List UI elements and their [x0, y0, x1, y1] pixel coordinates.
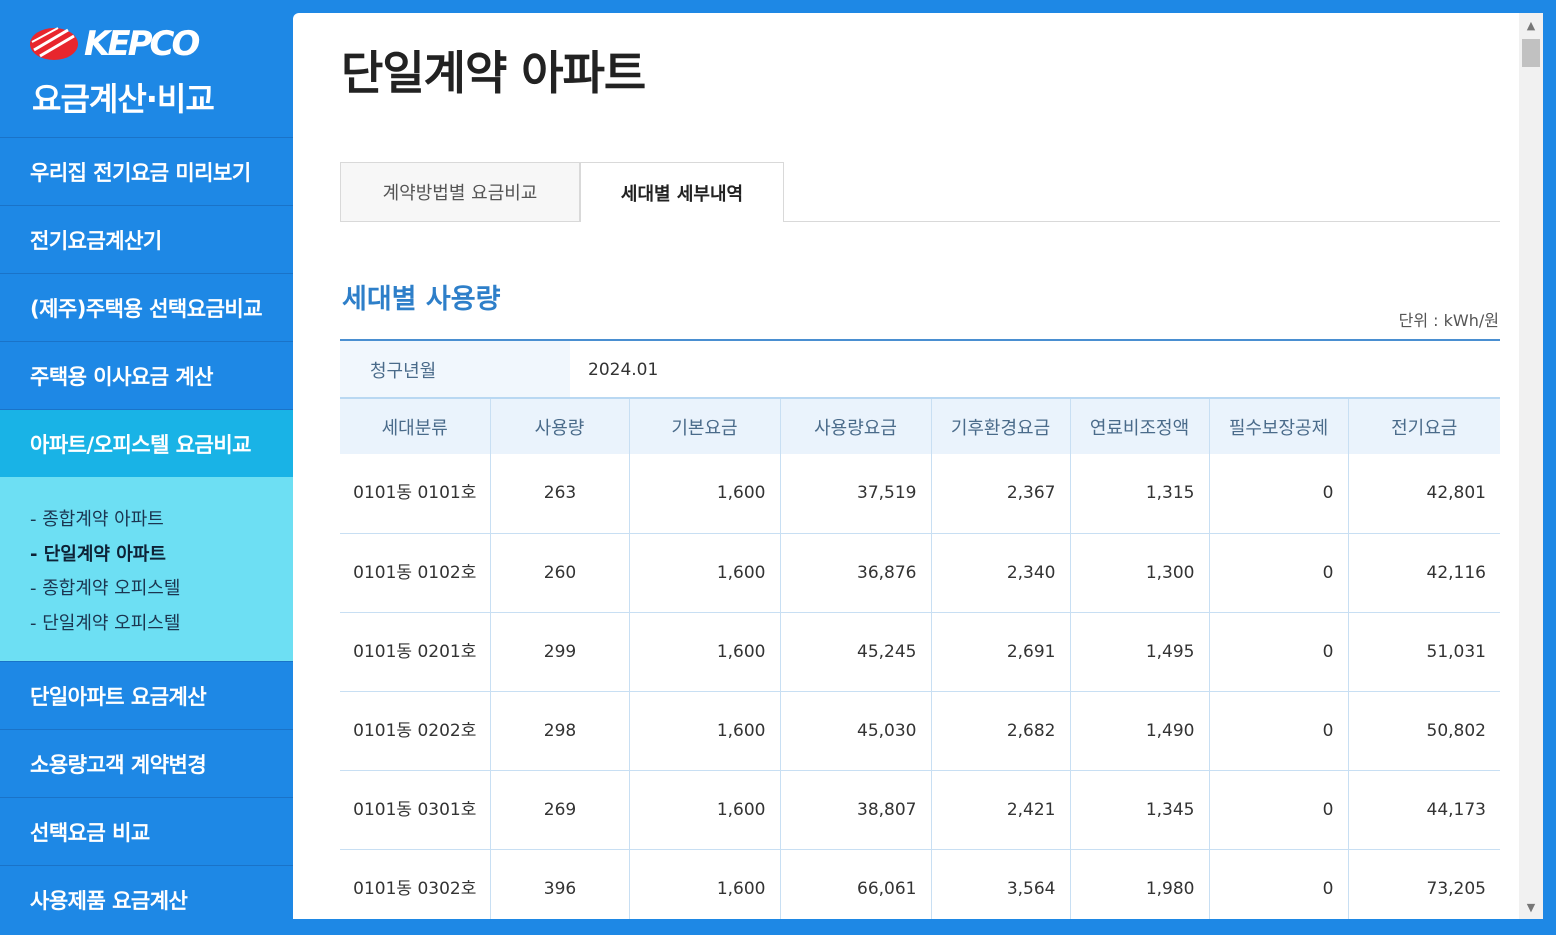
household-table: 세대분류 사용량 기본요금 사용량요금 기후환경요금 연료비조정액 필수보장공제…: [340, 397, 1500, 919]
cell-basic-fee: 1,600: [629, 770, 781, 850]
col-header-essential-deduction: 필수보장공제: [1209, 397, 1349, 454]
cell-total-charge: 42,801: [1348, 454, 1500, 534]
cell-climate-fee: 2,691: [931, 612, 1071, 692]
cell-total-charge: 51,031: [1348, 612, 1500, 692]
table-row: 0101동 0201호 299 1,600 45,245 2,691 1,495…: [340, 612, 1500, 692]
sidebar-item-preview[interactable]: 우리집 전기요금 미리보기: [0, 137, 293, 205]
table-row: 0101동 0101호 263 1,600 37,519 2,367 1,315…: [340, 454, 1500, 534]
section-title: 세대별 사용량: [342, 284, 501, 315]
cell-household: 0101동 0202호: [340, 691, 491, 771]
cell-climate-fee: 2,421: [931, 770, 1071, 850]
table-row: 0101동 0102호 260 1,600 36,876 2,340 1,300…: [340, 533, 1500, 613]
col-header-basic-fee: 기본요금: [629, 397, 781, 454]
cell-basic-fee: 1,600: [629, 691, 781, 771]
cell-usage-fee: 45,245: [780, 612, 932, 692]
billing-month-value: 2024.01: [588, 360, 659, 380]
tab-household-detail[interactable]: 세대별 세부내역: [580, 162, 784, 222]
cell-essential-deduction: 0: [1209, 533, 1349, 613]
col-header-usage-fee: 사용량요금: [780, 397, 932, 454]
kepco-logo[interactable]: KEPCO: [28, 24, 200, 64]
col-header-fuel-adjustment: 연료비조정액: [1070, 397, 1210, 454]
cell-usage: 263: [490, 454, 630, 534]
billing-month-row: 청구년월 2024.01: [340, 339, 1500, 399]
submenu-item-single-apartment[interactable]: - 단일계약 아파트: [30, 538, 293, 573]
cell-household: 0101동 0102호: [340, 533, 491, 613]
cell-fuel-adjustment: 1,345: [1070, 770, 1210, 850]
cell-essential-deduction: 0: [1209, 612, 1349, 692]
cell-basic-fee: 1,600: [629, 454, 781, 534]
cell-essential-deduction: 0: [1209, 770, 1349, 850]
table-row: 0101동 0202호 298 1,600 45,030 2,682 1,490…: [340, 691, 1500, 771]
submenu-item-combined-officetel[interactable]: - 종합계약 오피스텔: [30, 572, 293, 607]
sidebar-item-single-apartment-calc[interactable]: 단일아파트 요금계산: [0, 661, 293, 729]
cell-household: 0101동 0301호: [340, 770, 491, 850]
cell-usage: 269: [490, 770, 630, 850]
caret-up-icon[interactable]: ▲: [1519, 15, 1543, 35]
sidebar-item-apartment-compare[interactable]: 아파트/오피스텔 요금비교: [0, 409, 327, 478]
cell-fuel-adjustment: 1,315: [1070, 454, 1210, 534]
col-header-total-charge: 전기요금: [1348, 397, 1500, 454]
logo-text: KEPCO: [84, 24, 200, 64]
cell-total-charge: 44,173: [1348, 770, 1500, 850]
cell-basic-fee: 1,600: [629, 612, 781, 692]
cell-basic-fee: 1,600: [629, 533, 781, 613]
cell-essential-deduction: 0: [1209, 849, 1349, 919]
billing-month-label: 청구년월: [340, 341, 570, 399]
cell-essential-deduction: 0: [1209, 691, 1349, 771]
sidebar-item-jeju-compare[interactable]: (제주)주택용 선택요금비교: [0, 273, 293, 341]
cell-fuel-adjustment: 1,490: [1070, 691, 1210, 771]
unit-label: 단위 : kWh/원: [1398, 311, 1499, 330]
sidebar-item-appliance-calc[interactable]: 사용제품 요금계산: [0, 865, 293, 933]
caret-down-icon[interactable]: ▼: [1519, 897, 1543, 917]
brand-header: KEPCO 요금계산·비교: [0, 0, 293, 137]
sidebar-nav: 우리집 전기요금 미리보기 전기요금계산기 (제주)주택용 선택요금비교 주택용…: [0, 137, 327, 933]
cell-climate-fee: 2,340: [931, 533, 1071, 613]
cell-household: 0101동 0201호: [340, 612, 491, 692]
cell-climate-fee: 2,367: [931, 454, 1071, 534]
tab-bar: 계약방법별 요금비교 세대별 세부내역: [340, 162, 1500, 222]
main-panel: 단일계약 아파트 계약방법별 요금비교 세대별 세부내역 세대별 사용량 단위 …: [293, 13, 1519, 919]
kepco-logo-icon: [30, 27, 78, 60]
cell-basic-fee: 1,600: [629, 849, 781, 919]
sidebar-item-small-contract-change[interactable]: 소용량고객 계약변경: [0, 729, 293, 797]
vertical-scrollbar[interactable]: ▲ ▼: [1519, 13, 1543, 919]
cell-climate-fee: 2,682: [931, 691, 1071, 771]
cell-usage-fee: 66,061: [780, 849, 932, 919]
tab-contract-compare[interactable]: 계약방법별 요금비교: [340, 162, 580, 221]
submenu-item-combined-apartment[interactable]: - 종합계약 아파트: [30, 503, 293, 538]
cell-fuel-adjustment: 1,300: [1070, 533, 1210, 613]
cell-usage: 299: [490, 612, 630, 692]
cell-usage-fee: 37,519: [780, 454, 932, 534]
submenu-item-single-officetel[interactable]: - 단일계약 오피스텔: [30, 607, 293, 642]
table-row: 0101동 0301호 269 1,600 38,807 2,421 1,345…: [340, 770, 1500, 850]
cell-essential-deduction: 0: [1209, 454, 1349, 534]
table-header-row: 세대분류 사용량 기본요금 사용량요금 기후환경요금 연료비조정액 필수보장공제…: [340, 397, 1500, 454]
sidebar-item-moving-calc[interactable]: 주택용 이사요금 계산: [0, 341, 293, 409]
page-title: 단일계약 아파트: [341, 46, 646, 100]
cell-usage: 298: [490, 691, 630, 771]
col-header-usage: 사용량: [490, 397, 630, 454]
cell-usage-fee: 38,807: [780, 770, 932, 850]
cell-fuel-adjustment: 1,980: [1070, 849, 1210, 919]
cell-usage-fee: 36,876: [780, 533, 932, 613]
cell-usage: 260: [490, 533, 630, 613]
cell-total-charge: 50,802: [1348, 691, 1500, 771]
col-header-climate-fee: 기후환경요금: [931, 397, 1071, 454]
table-row: 0101동 0302호 396 1,600 66,061 3,564 1,980…: [340, 849, 1500, 919]
scrollbar-thumb[interactable]: [1522, 39, 1540, 67]
sidebar-item-calculator[interactable]: 전기요금계산기: [0, 205, 293, 273]
cell-climate-fee: 3,564: [931, 849, 1071, 919]
cell-fuel-adjustment: 1,495: [1070, 612, 1210, 692]
brand-title: 요금계산·비교: [32, 80, 215, 118]
cell-household: 0101동 0302호: [340, 849, 491, 919]
sidebar-submenu: - 종합계약 아파트 - 단일계약 아파트 - 종합계약 오피스텔 - 단일계약…: [0, 477, 293, 661]
cell-total-charge: 73,205: [1348, 849, 1500, 919]
col-header-household: 세대분류: [340, 397, 491, 454]
sidebar-item-optional-rate[interactable]: 선택요금 비교: [0, 797, 293, 865]
cell-total-charge: 42,116: [1348, 533, 1500, 613]
cell-usage: 396: [490, 849, 630, 919]
cell-usage-fee: 45,030: [780, 691, 932, 771]
sidebar: KEPCO 요금계산·비교 우리집 전기요금 미리보기 전기요금계산기 (제주)…: [0, 0, 327, 935]
cell-household: 0101동 0101호: [340, 454, 491, 534]
